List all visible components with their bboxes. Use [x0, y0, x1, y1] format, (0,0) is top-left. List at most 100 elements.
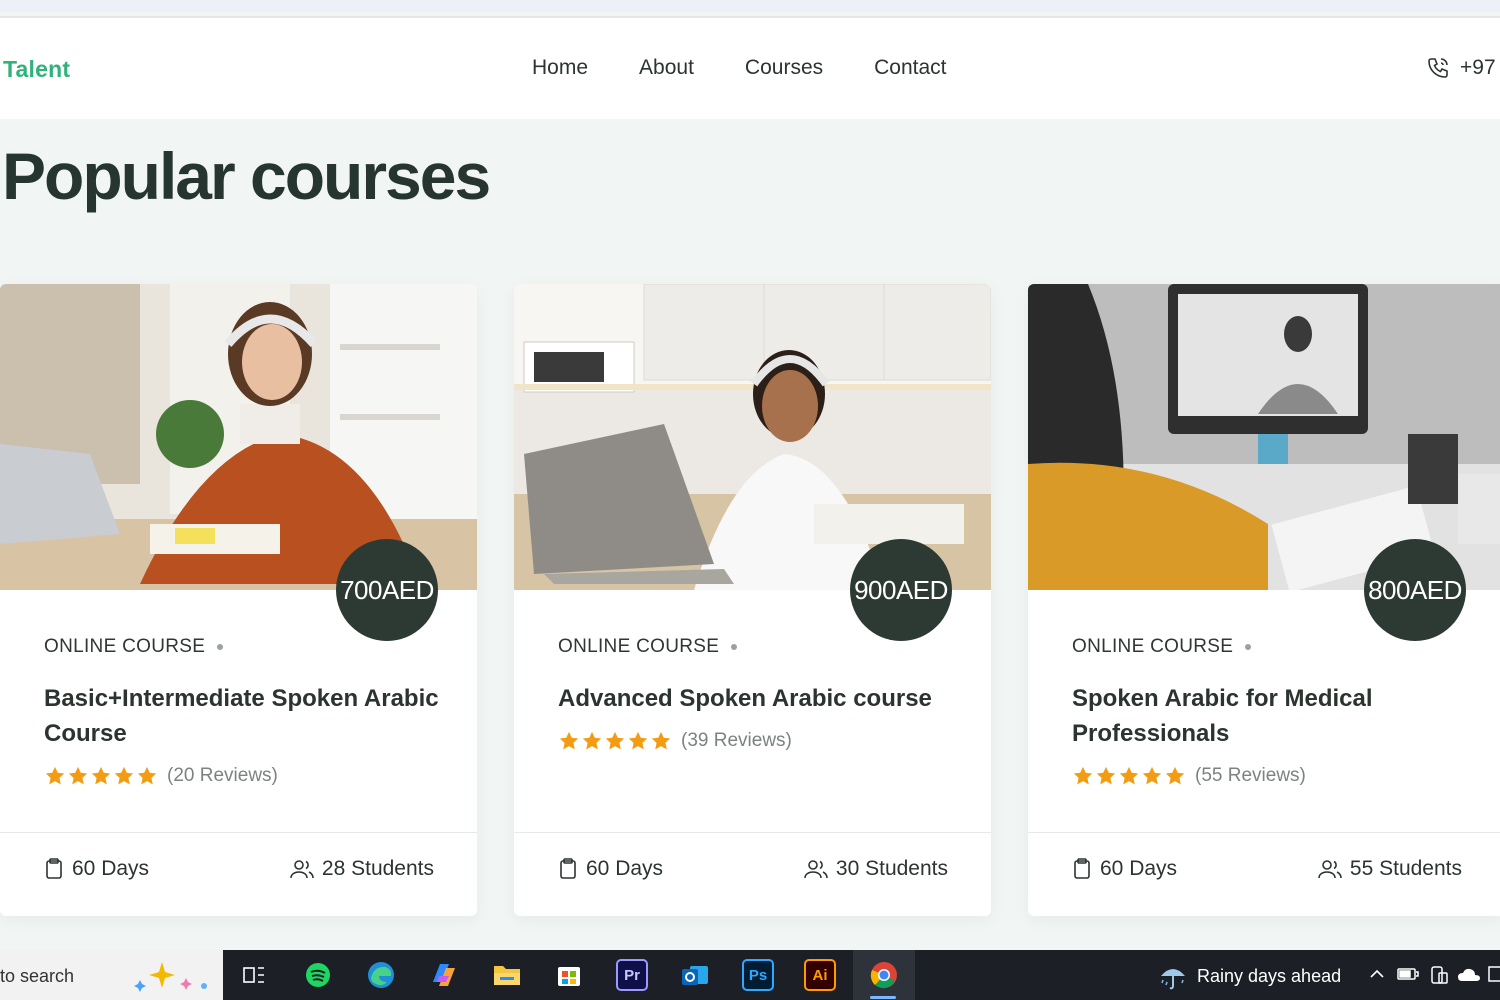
course-title[interactable]: Advanced Spoken Arabic course [558, 681, 958, 716]
clipboard-icon [46, 858, 62, 879]
main-nav: Home About Courses Contact [532, 56, 998, 80]
weather-widget[interactable]: Rainy days ahead [1157, 962, 1341, 990]
users-icon [1318, 860, 1342, 879]
star-icon [582, 731, 602, 750]
students-label: 28 Students [321, 857, 434, 880]
brand-logo[interactable]: Talent [3, 56, 70, 83]
phone-contact[interactable]: +97 [1426, 56, 1496, 80]
card-footer: 60 Days 55 Students [1072, 857, 1462, 881]
active-app-indicator [870, 996, 896, 999]
course-students: 55 Students [1318, 857, 1462, 881]
course-title[interactable]: Basic+Intermediate Spoken Arabic Course [44, 681, 444, 751]
star-icon [137, 766, 157, 785]
onedrive-cloud-icon[interactable] [1457, 965, 1481, 989]
nav-home[interactable]: Home [532, 56, 588, 80]
star-icon [45, 766, 65, 785]
star-icon [1096, 766, 1116, 785]
site-navbar: Talent Home About Courses Contact +97 [0, 18, 1500, 119]
phone-link-icon[interactable] [1429, 965, 1449, 989]
taskbar-search-text: to search [0, 966, 75, 986]
course-card[interactable]: 700AED ONLINE COURSE Basic+Intermediate … [0, 284, 477, 916]
photoshop-label: Ps [748, 966, 768, 984]
duration-label: 60 Days [586, 857, 664, 880]
phone-number: +97 [1460, 56, 1496, 79]
copilot-sparkle-icon[interactable] [134, 960, 210, 992]
card-body: ONLINE COURSE Advanced Spoken Arabic cou… [558, 636, 958, 752]
review-count: (55 Reviews) [1195, 765, 1306, 786]
star-rating [44, 765, 158, 787]
students-label: 55 Students [1349, 857, 1462, 880]
edge-icon[interactable] [365, 959, 397, 991]
battery-icon[interactable] [1397, 965, 1419, 987]
taskbar-search[interactable]: to search [0, 950, 223, 1000]
umbrella-rain-icon [1161, 969, 1185, 990]
file-explorer-icon[interactable] [491, 959, 523, 991]
category-label: ONLINE COURSE [558, 636, 720, 657]
star-icon [114, 766, 134, 785]
nav-courses[interactable]: Courses [745, 56, 823, 80]
course-rating: (39 Reviews) [558, 730, 958, 752]
course-duration: 60 Days [558, 857, 663, 881]
network-icon[interactable] [1488, 965, 1500, 989]
course-category: ONLINE COURSE [1072, 636, 1472, 658]
star-icon [1073, 766, 1093, 785]
card-body: ONLINE COURSE Spoken Arabic for Medical … [1072, 636, 1472, 787]
category-dot [217, 644, 224, 650]
course-rating: (55 Reviews) [1072, 765, 1472, 787]
star-icon [1165, 766, 1185, 785]
price-badge: 800AED [1364, 539, 1466, 641]
star-icon [1142, 766, 1162, 785]
premiere-icon[interactable]: Pr [616, 959, 648, 991]
price-badge: 900AED [850, 539, 952, 641]
star-icon [605, 731, 625, 750]
chevron-up-icon[interactable] [1368, 965, 1386, 987]
price-badge: 700AED [336, 539, 438, 641]
course-title[interactable]: Spoken Arabic for Medical Professionals [1072, 681, 1472, 751]
store-icon[interactable] [553, 959, 585, 991]
illustrator-label: Ai [812, 966, 828, 984]
card-divider [0, 832, 477, 833]
spotify-icon[interactable] [302, 959, 334, 991]
premiere-label: Pr [624, 966, 640, 984]
duration-label: 60 Days [1100, 857, 1178, 880]
task-view-icon[interactable] [238, 959, 270, 991]
star-icon [651, 731, 671, 750]
review-count: (39 Reviews) [681, 730, 792, 751]
star-icon [68, 766, 88, 785]
phone-icon [1428, 58, 1448, 78]
course-category: ONLINE COURSE [558, 636, 958, 658]
category-label: ONLINE COURSE [44, 636, 206, 657]
star-icon [1119, 766, 1139, 785]
clipboard-icon [1074, 858, 1090, 879]
course-rating: (20 Reviews) [44, 765, 444, 787]
section-title: Popular courses [2, 139, 491, 213]
card-divider [514, 832, 991, 833]
category-dot [731, 644, 738, 650]
outlook-icon[interactable] [679, 959, 711, 991]
photoshop-icon[interactable]: Ps [742, 959, 774, 991]
clipboard-icon [560, 858, 576, 879]
nav-contact[interactable]: Contact [874, 56, 946, 80]
weather-text: Rainy days ahead [1197, 965, 1342, 986]
illustrator-icon[interactable]: Ai [804, 959, 836, 991]
users-icon [290, 860, 314, 879]
card-body: ONLINE COURSE Basic+Intermediate Spoken … [44, 636, 444, 787]
course-duration: 60 Days [44, 857, 149, 881]
course-duration: 60 Days [1072, 857, 1177, 881]
students-label: 30 Students [835, 857, 948, 880]
star-icon [628, 731, 648, 750]
star-rating [1072, 765, 1186, 787]
browser-top-strip [0, 0, 1500, 12]
star-icon [91, 766, 111, 785]
star-icon [559, 731, 579, 750]
category-label: ONLINE COURSE [1072, 636, 1234, 657]
nav-about[interactable]: About [639, 56, 694, 80]
course-card[interactable]: 900AED ONLINE COURSE Advanced Spoken Ara… [514, 284, 991, 916]
course-students: 30 Students [804, 857, 948, 881]
copilot-icon[interactable] [428, 959, 460, 991]
chrome-icon[interactable] [868, 959, 900, 991]
users-icon [804, 860, 828, 879]
card-footer: 60 Days 28 Students [44, 857, 434, 881]
duration-label: 60 Days [72, 857, 150, 880]
course-card[interactable]: 800AED ONLINE COURSE Spoken Arabic for M… [1028, 284, 1500, 916]
